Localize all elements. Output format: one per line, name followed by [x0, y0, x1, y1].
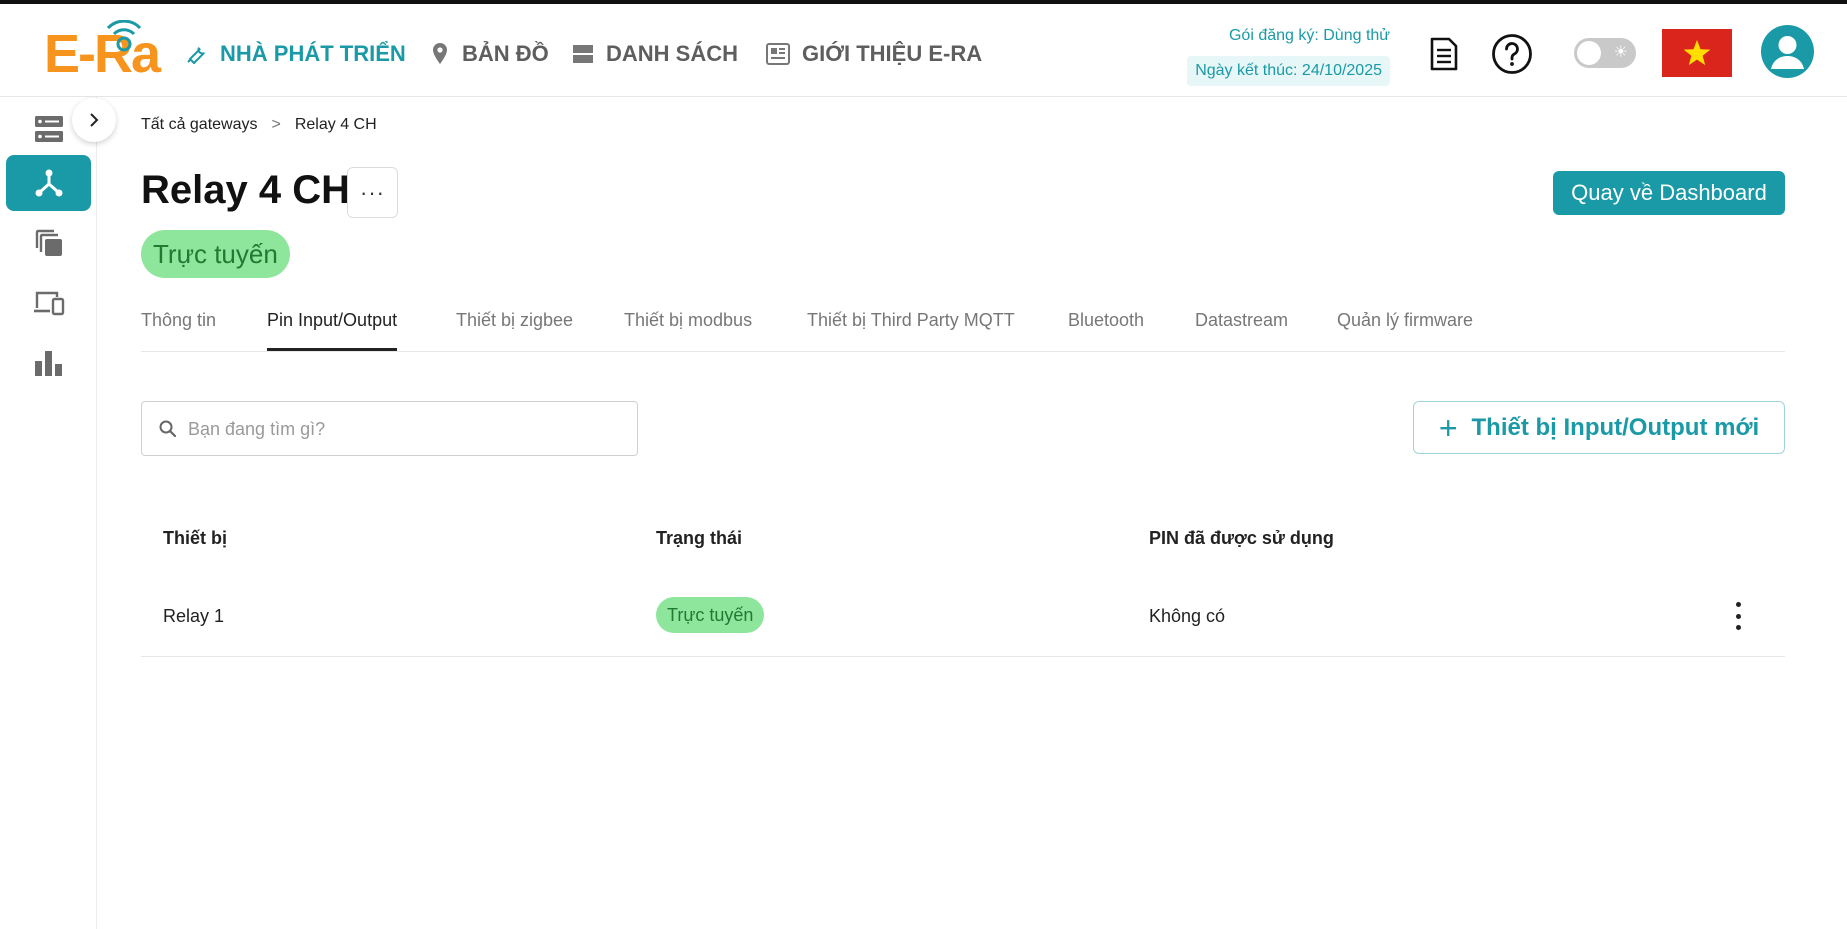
- tab-info[interactable]: Thông tin: [141, 310, 216, 351]
- nav-list[interactable]: DANH SÁCH: [572, 34, 738, 74]
- sidebar-item-templates[interactable]: [6, 215, 91, 271]
- row-status-badge: Trực tuyến: [656, 597, 765, 633]
- era-logo[interactable]: E-Ra: [44, 20, 164, 84]
- nav-developer[interactable]: NHÀ PHÁT TRIỂN: [184, 34, 406, 74]
- devices-icon: [33, 291, 64, 316]
- column-header-pins: PIN đã được sử dụng: [1149, 528, 1334, 548]
- list-icon: [573, 45, 593, 63]
- wifi-signal-icon: [106, 20, 142, 52]
- breadcrumb-separator: >: [271, 116, 281, 133]
- sun-icon: ☀: [1613, 44, 1628, 61]
- layers-icon: [35, 229, 62, 256]
- table-row[interactable]: Relay 1 Trực tuyến Không có: [141, 582, 1785, 657]
- tab-modbus[interactable]: Thiết bị modbus: [624, 310, 752, 351]
- breadcrumb-current: Relay 4 CH: [294, 116, 377, 133]
- plan-end-date: Ngày kết thúc: 24/10/2025: [1187, 56, 1390, 86]
- news-icon: [766, 43, 790, 65]
- add-io-device-label: Thiết bị Input/Output mới: [1471, 413, 1760, 441]
- plus-icon: +: [1438, 409, 1458, 446]
- sidebar-item-devices[interactable]: [6, 275, 91, 331]
- back-to-dashboard-button[interactable]: Quay về Dashboard: [1553, 171, 1785, 215]
- sidebar: [0, 97, 97, 929]
- row-pins-used: Không có: [1149, 606, 1226, 626]
- add-io-device-button[interactable]: + Thiết bị Input/Output mới: [1413, 401, 1785, 454]
- row-menu-icon[interactable]: [1728, 598, 1748, 634]
- user-avatar-icon: [1771, 36, 1804, 69]
- tab-firmware[interactable]: Quản lý firmware: [1337, 310, 1473, 351]
- map-pin-icon: [433, 43, 447, 64]
- tab-zigbee[interactable]: Thiết bị zigbee: [456, 310, 573, 351]
- column-header-status: Trạng thái: [656, 528, 743, 548]
- sidebar-collapse-button[interactable]: [72, 98, 116, 142]
- user-avatar-button[interactable]: [1761, 25, 1814, 78]
- nav-map-label: BẢN ĐỒ: [462, 41, 549, 66]
- nav-about-label: GIỚI THIỆU E-RA: [802, 41, 983, 66]
- column-header-device: Thiết bị: [163, 528, 227, 548]
- tab-bar: Thông tin Pin Input/Output Thiết bị zigb…: [141, 300, 1785, 352]
- search-input[interactable]: [188, 414, 618, 444]
- language-button[interactable]: [1662, 29, 1732, 77]
- nav-developer-label: NHÀ PHÁT TRIỂN: [220, 41, 406, 66]
- status-badge: Trực tuyến: [141, 230, 290, 278]
- wrench-icon: [187, 47, 205, 64]
- nav-list-label: DANH SÁCH: [606, 41, 738, 66]
- nav-map[interactable]: BẢN ĐỒ: [430, 34, 549, 74]
- sidebar-item-analytics[interactable]: [6, 335, 91, 391]
- plan-label: Gói đăng ký: Dùng thử: [1228, 27, 1390, 44]
- sidebar-item-network[interactable]: [6, 155, 91, 211]
- breadcrumb-root[interactable]: Tất cả gateways: [141, 116, 258, 134]
- breadcrumb: Tất cả gateways > Relay 4 CH: [141, 116, 377, 134]
- search-box: [141, 401, 638, 456]
- top-bar: E-Ra NHÀ PHÁT TRIỂN BẢN ĐỒ DANH SÁCH GIỚ…: [0, 0, 1847, 97]
- help-button[interactable]: [1490, 32, 1534, 76]
- nav-about[interactable]: GIỚI THIỆU E-RA: [766, 34, 982, 74]
- more-options-button[interactable]: ···: [347, 167, 398, 218]
- toggle-knob: [1577, 41, 1601, 65]
- tab-third-party-mqtt[interactable]: Thiết bị Third Party MQTT: [807, 310, 1015, 351]
- page-title: Relay 4 CH: [141, 168, 350, 212]
- tab-bluetooth[interactable]: Bluetooth: [1068, 310, 1144, 351]
- theme-toggle[interactable]: ☀: [1574, 38, 1636, 68]
- document-button[interactable]: [1422, 32, 1466, 76]
- document-icon: [1430, 37, 1458, 71]
- tab-datastream[interactable]: Datastream: [1195, 310, 1288, 351]
- chevron-right-icon: [90, 113, 99, 127]
- row-device-name: Relay 1: [163, 606, 225, 626]
- network-icon: [35, 169, 62, 197]
- bar-chart-icon: [34, 351, 62, 376]
- server-icon: [34, 116, 63, 142]
- help-icon: [1492, 34, 1532, 74]
- vietnam-flag-icon: [1683, 40, 1711, 66]
- search-icon: [159, 420, 177, 438]
- tab-pin-io[interactable]: Pin Input/Output: [267, 310, 398, 351]
- subscription-info: Gói đăng ký: Dùng thử Ngày kết thúc: 24/…: [1180, 24, 1390, 86]
